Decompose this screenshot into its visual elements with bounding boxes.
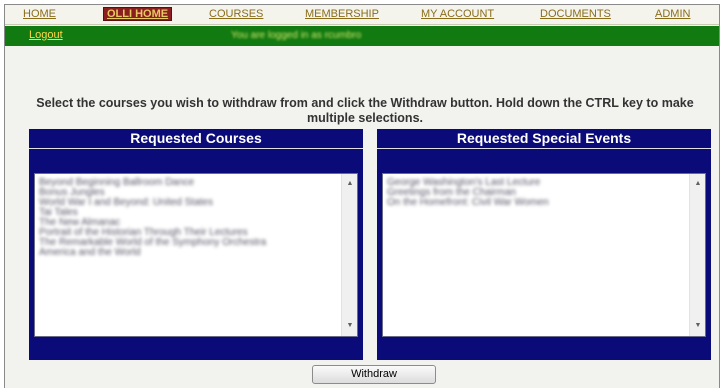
- requested-courses-list[interactable]: Beyond Beginning Ballroom Dance Bonus Ju…: [34, 173, 358, 337]
- events-scrollbar[interactable]: ▲ ▼: [689, 174, 705, 336]
- logout-link[interactable]: Logout: [29, 29, 63, 41]
- nav-admin[interactable]: ADMIN: [655, 8, 690, 20]
- nav-membership[interactable]: MEMBERSHIP: [305, 8, 379, 20]
- nav-documents[interactable]: DOCUMENTS: [540, 8, 611, 20]
- nav-home[interactable]: HOME: [23, 8, 56, 20]
- scroll-up-arrow-icon[interactable]: ▲: [342, 176, 358, 192]
- scroll-down-arrow-icon[interactable]: ▼: [342, 318, 358, 334]
- event-option[interactable]: On the Homefront: Civil War Women: [387, 198, 687, 208]
- nav-olli-home[interactable]: OLLI HOME: [103, 7, 173, 21]
- requested-events-items: George Washington's Last Lecture Greetin…: [387, 178, 687, 208]
- nav-my-account[interactable]: MY ACCOUNT: [421, 8, 494, 20]
- requested-courses-panel: Requested Courses Beyond Beginning Ballr…: [29, 129, 363, 360]
- course-option[interactable]: America and the World: [39, 248, 339, 258]
- requested-events-list[interactable]: George Washington's Last Lecture Greetin…: [382, 173, 706, 337]
- courses-scrollbar[interactable]: ▲ ▼: [341, 174, 357, 336]
- logged-in-message: You are logged in as rcumbro: [231, 30, 362, 41]
- scroll-up-arrow-icon[interactable]: ▲: [690, 176, 706, 192]
- scroll-down-arrow-icon[interactable]: ▼: [690, 318, 706, 334]
- course-option[interactable]: World War I and Beyond: United States: [39, 198, 339, 208]
- nav-courses[interactable]: COURSES: [209, 8, 263, 20]
- requested-courses-items: Beyond Beginning Ballroom Dance Bonus Ju…: [39, 178, 339, 258]
- instructions-text: Select the courses you wish to withdraw …: [36, 96, 694, 125]
- status-bar: Logout You are logged in as rcumbro: [5, 26, 719, 46]
- withdraw-button[interactable]: Withdraw: [312, 365, 436, 384]
- top-navigation: HOME OLLI HOME COURSES MEMBERSHIP MY ACC…: [5, 5, 719, 25]
- requested-events-title: Requested Special Events: [377, 129, 711, 149]
- requested-events-panel: Requested Special Events George Washingt…: [377, 129, 711, 360]
- requested-courses-title: Requested Courses: [29, 129, 363, 149]
- page-frame: HOME OLLI HOME COURSES MEMBERSHIP MY ACC…: [4, 4, 720, 388]
